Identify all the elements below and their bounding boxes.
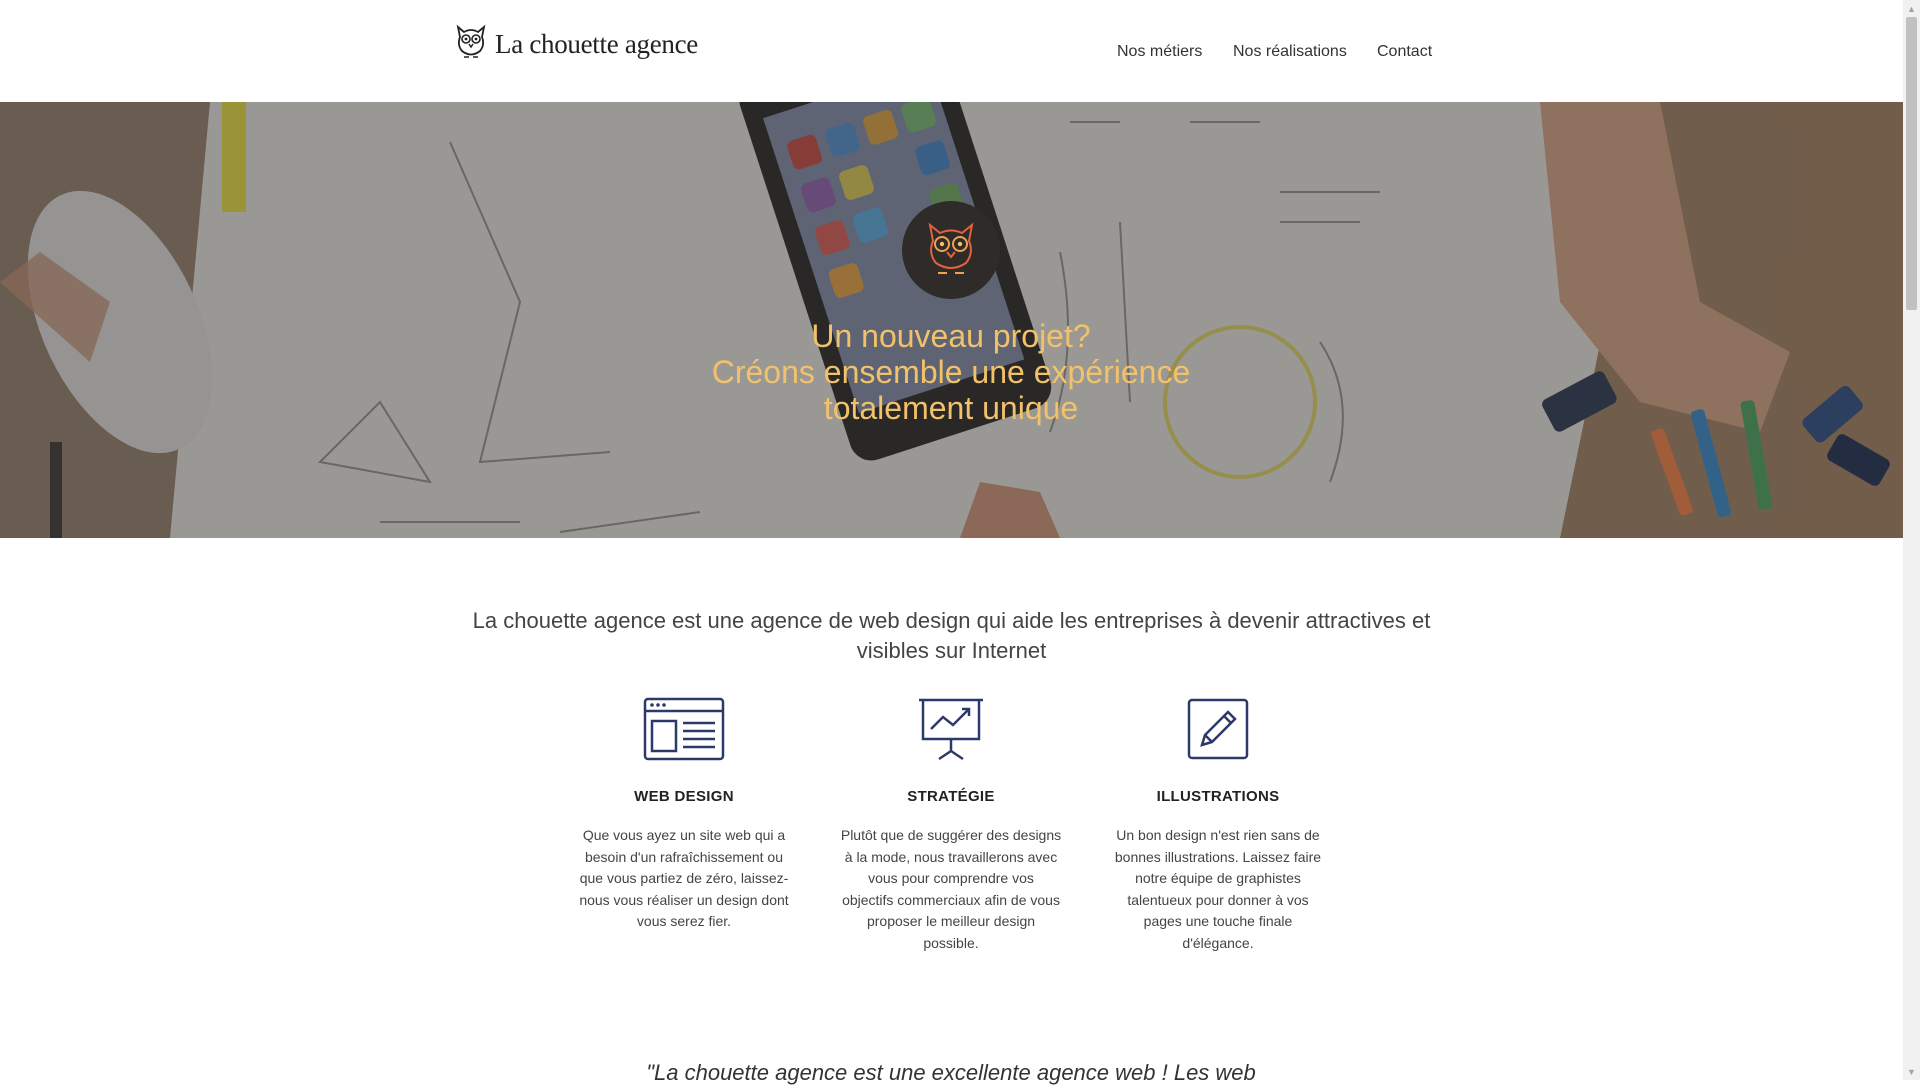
service-description-line: d'élégance. [1182, 934, 1254, 951]
page-scrollbar[interactable]: ▲ ▼ [1903, 0, 1920, 1080]
hero-title: Un nouveau projet? Créons ensemble une e… [600, 318, 1302, 426]
service-description-line: vous pour comprendre vos [868, 870, 1034, 886]
hero-title-line: Créons ensemble une expérience [711, 354, 1191, 390]
site-header: La chouette agence Nos métiers Nos réali… [0, 0, 1903, 103]
service-description: Un bon design n'est rien sans de bonnes … [1103, 825, 1333, 954]
scroll-up-arrow-icon[interactable]: ▲ [1903, 0, 1920, 17]
service-description-line: Plutôt que de suggérer des designs [840, 827, 1062, 843]
testimonial-quote: "La chouette agence est une excellente a… [646, 1060, 1256, 1085]
service-title: ILLUSTRATIONS [1156, 788, 1280, 805]
service-description-line: besoin d'un rafraîchissement ou [584, 848, 783, 865]
service-web-design: WEB DESIGN Que vous ayez un site web qui… [569, 697, 799, 933]
service-description-line: proposer le meilleur design [866, 913, 1036, 929]
service-description-line: notre équipe de graphistes [1135, 870, 1301, 886]
intro-line: La chouette agence est une agence de web… [472, 608, 1431, 633]
service-description-line: possible. [923, 934, 979, 951]
service-title: STRATÉGIE [907, 788, 995, 805]
service-description-line: Un bon design n'est rien sans de [1116, 827, 1320, 843]
hero-title-line: totalement unique [823, 390, 1079, 426]
hero-owl-badge [902, 201, 1000, 299]
service-description-line: que vous partiez de zéro, laissez- [579, 870, 789, 886]
service-description-line: pages une touche finale [1143, 913, 1293, 929]
intro-line: visibles sur Internet [856, 638, 1047, 663]
service-description-line: bonnes illustrations. Laissez faire [1114, 848, 1322, 865]
service-illustrations: ILLUSTRATIONS Un bon design n'est rien s… [1103, 698, 1333, 954]
hero-title-line: Un nouveau projet? [811, 318, 1091, 354]
main-nav: Nos métiers Nos réalisations Contact [0, 0, 1903, 102]
service-description: Plutôt que de suggérer des designs à la … [836, 825, 1066, 954]
service-description-line: à la mode, nous travaillerons avec [844, 848, 1058, 865]
service-description-line: Que vous ayez un site web qui a [582, 827, 786, 843]
nav-item-contact[interactable]: Contact [1377, 43, 1432, 61]
scroll-thumb[interactable] [1906, 17, 1917, 310]
web-design-icon [643, 697, 725, 766]
owl-icon [924, 219, 978, 282]
scroll-down-arrow-icon[interactable]: ▼ [1903, 1063, 1920, 1080]
service-description-line: nous vous réaliser un design dont [579, 891, 789, 908]
service-strategie: STRATÉGIE Plutôt que de suggérer des des… [836, 698, 1066, 954]
hero-banner: Un nouveau projet? Créons ensemble une e… [0, 102, 1903, 538]
service-description-line: objectifs commerciaux afin de vous [842, 891, 1060, 908]
pencil-icon [1186, 697, 1250, 766]
service-description-line: talentueux pour donner à vos [1127, 891, 1309, 908]
agency-intro: La chouette agence est une agence de web… [455, 606, 1448, 666]
service-description: Que vous ayez un site web qui a besoin d… [569, 825, 799, 933]
nav-item-realisations[interactable]: Nos réalisations [1233, 43, 1347, 61]
strategy-presentation-icon [917, 697, 985, 766]
service-title: WEB DESIGN [634, 788, 734, 805]
service-description-line: vous serez fier. [636, 913, 732, 929]
nav-item-metiers[interactable]: Nos métiers [1117, 43, 1202, 61]
